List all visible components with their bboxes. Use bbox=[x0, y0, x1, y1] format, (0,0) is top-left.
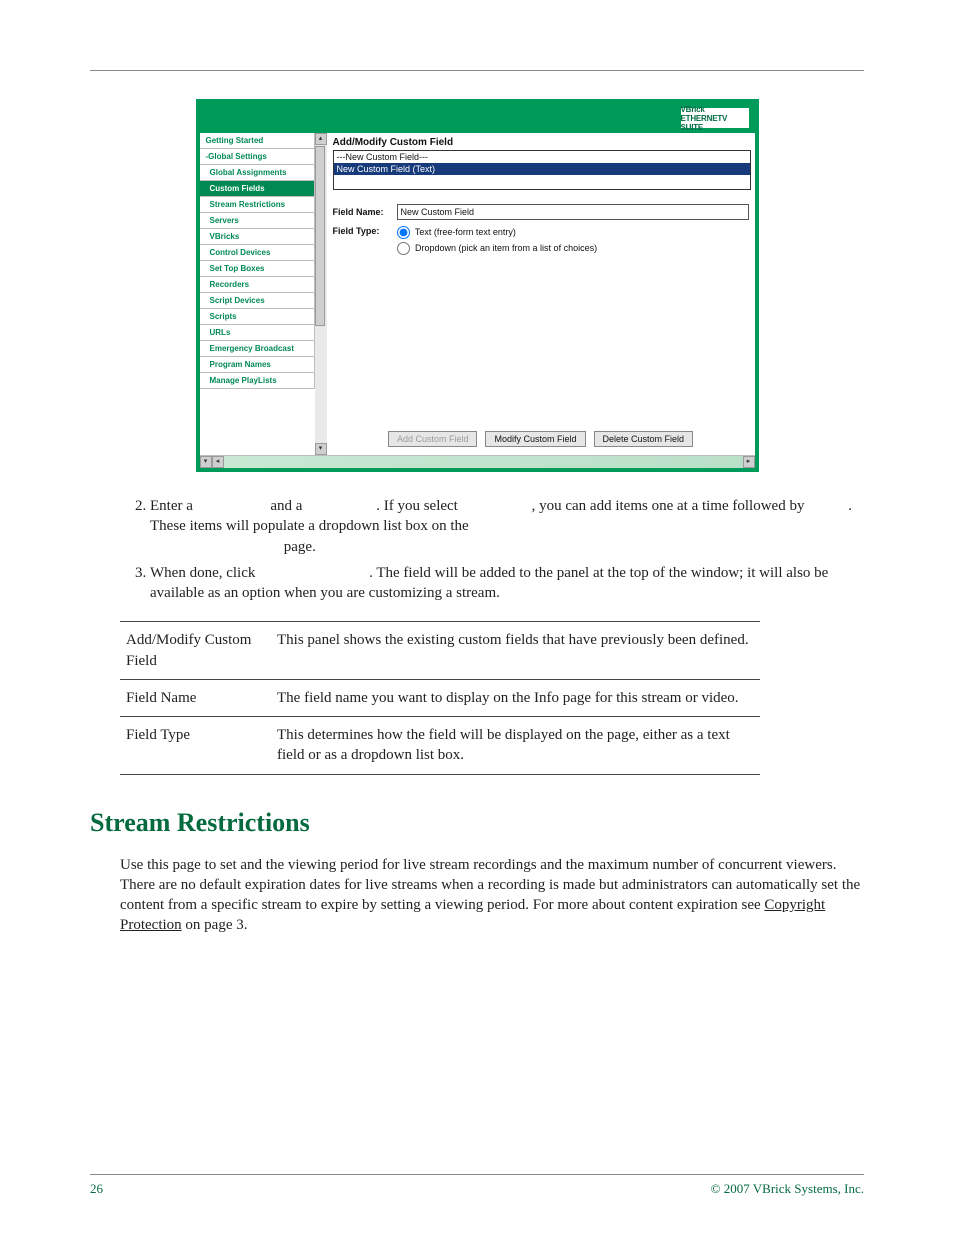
step-3: When done, click . The field will be add… bbox=[150, 563, 864, 604]
sidebar: Getting Started-Global SettingsGlobal As… bbox=[200, 133, 315, 455]
field-type-label: Field Type: bbox=[333, 226, 397, 236]
sidebar-item[interactable]: Control Devices bbox=[200, 245, 315, 261]
table-row: Field NameThe field name you want to dis… bbox=[120, 679, 760, 716]
field-name-label: Field Name: bbox=[333, 207, 397, 217]
list-item-selected[interactable]: New Custom Field (Text) bbox=[334, 163, 750, 175]
sidebar-item[interactable]: Program Names bbox=[200, 357, 315, 373]
sidebar-item[interactable]: Set Top Boxes bbox=[200, 261, 315, 277]
scroll-left-button-2[interactable]: ◂ bbox=[212, 456, 224, 468]
sidebar-item[interactable]: Servers bbox=[200, 213, 315, 229]
section-paragraph: Use this page to set and the viewing per… bbox=[120, 855, 864, 936]
screenshot-header-bar: VBrick ETHERNETV SUITE bbox=[200, 103, 755, 133]
def-desc: This determines how the field will be di… bbox=[271, 717, 760, 775]
section-heading: Stream Restrictions bbox=[90, 805, 864, 840]
sidebar-item[interactable]: Script Devices bbox=[200, 293, 315, 309]
page-number: 26 bbox=[90, 1181, 103, 1197]
table-row: Field TypeThis determines how the field … bbox=[120, 717, 760, 775]
sidebar-item[interactable]: Scripts bbox=[200, 309, 315, 325]
panel-title: Add/Modify Custom Field bbox=[333, 137, 749, 148]
def-desc: This panel shows the existing custom fie… bbox=[271, 622, 760, 680]
scroll-left-button[interactable]: ▾ bbox=[200, 456, 212, 468]
def-desc: The field name you want to display on th… bbox=[271, 679, 760, 716]
def-term: Field Name bbox=[120, 679, 271, 716]
sidebar-item[interactable]: VBricks bbox=[200, 229, 315, 245]
sidebar-item[interactable]: Emergency Broadcast bbox=[200, 341, 315, 357]
vertical-scrollbar[interactable]: ▴ ▾ bbox=[315, 133, 327, 455]
sidebar-item[interactable]: Custom Fields bbox=[200, 181, 315, 197]
def-term: Add/Modify Custom Field bbox=[120, 622, 271, 680]
sidebar-item[interactable]: Manage PlayLists bbox=[200, 373, 315, 389]
sidebar-item[interactable]: Recorders bbox=[200, 277, 315, 293]
scroll-down-button[interactable]: ▾ bbox=[315, 443, 327, 455]
scroll-up-button[interactable]: ▴ bbox=[315, 133, 327, 145]
sidebar-item[interactable]: -Global Settings bbox=[200, 149, 315, 165]
field-type-dropdown-label: Dropdown (pick an item from a list of ch… bbox=[415, 243, 597, 253]
step-2: Enter a and a . If you select , you can … bbox=[150, 496, 864, 557]
field-name-input[interactable]: New Custom Field bbox=[397, 204, 749, 220]
delete-custom-field-button[interactable]: Delete Custom Field bbox=[594, 431, 694, 447]
modify-custom-field-button[interactable]: Modify Custom Field bbox=[485, 431, 585, 447]
sidebar-item[interactable]: Getting Started bbox=[200, 133, 315, 149]
header-rule bbox=[90, 70, 864, 71]
sidebar-item[interactable]: URLs bbox=[200, 325, 315, 341]
sidebar-item[interactable]: Global Assignments bbox=[200, 165, 315, 181]
scroll-thumb[interactable] bbox=[315, 146, 325, 326]
definition-table: Add/Modify Custom FieldThis panel shows … bbox=[120, 621, 760, 774]
page-footer: 26 © 2007 VBrick Systems, Inc. bbox=[90, 1174, 864, 1197]
custom-field-listbox[interactable]: ---New Custom Field--- New Custom Field … bbox=[333, 150, 751, 190]
field-type-text-label: Text (free-form text entry) bbox=[415, 227, 516, 237]
scroll-right-button[interactable]: ▸ bbox=[743, 456, 755, 468]
main-panel: Add/Modify Custom Field ---New Custom Fi… bbox=[327, 133, 755, 455]
def-term: Field Type bbox=[120, 717, 271, 775]
vbrick-logo: VBrick ETHERNETV SUITE bbox=[681, 108, 749, 128]
table-row: Add/Modify Custom FieldThis panel shows … bbox=[120, 622, 760, 680]
sidebar-item[interactable]: Stream Restrictions bbox=[200, 197, 315, 213]
screenshot-panel: VBrick ETHERNETV SUITE Getting Started-G… bbox=[196, 99, 759, 472]
body-text: Enter a and a . If you select , you can … bbox=[90, 496, 864, 936]
field-type-dropdown-radio[interactable] bbox=[397, 242, 410, 255]
list-item[interactable]: ---New Custom Field--- bbox=[334, 151, 750, 163]
field-type-text-radio[interactable] bbox=[397, 226, 410, 239]
horizontal-scrollbar[interactable]: ▾ ◂ ▸ bbox=[200, 455, 755, 468]
copyright-text: © 2007 VBrick Systems, Inc. bbox=[711, 1181, 864, 1197]
add-custom-field-button[interactable]: Add Custom Field bbox=[388, 431, 478, 447]
